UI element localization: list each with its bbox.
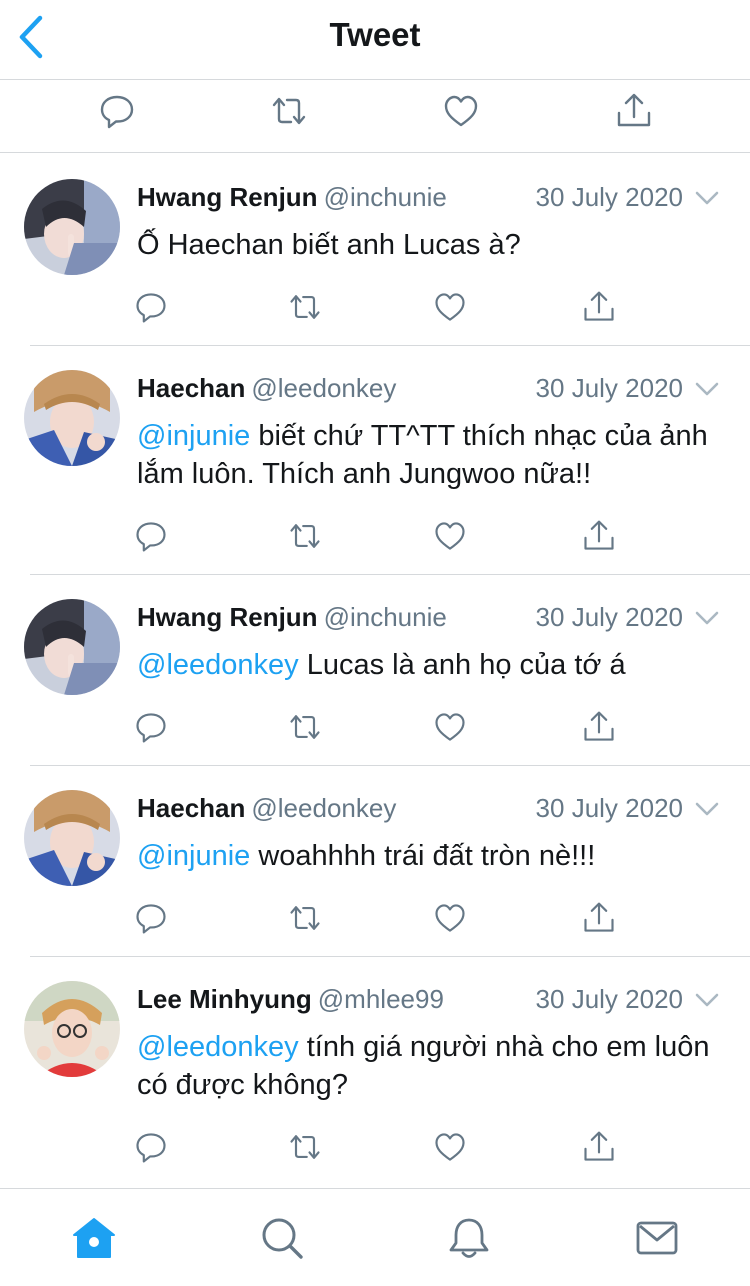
tweet-actions — [0, 900, 750, 940]
avatar[interactable] — [24, 981, 120, 1077]
like-icon[interactable] — [432, 289, 468, 325]
tweet-actions — [0, 289, 750, 329]
reply-icon[interactable] — [97, 91, 137, 131]
user-handle[interactable]: @inchunie — [324, 602, 447, 632]
share-icon[interactable] — [581, 709, 617, 745]
tweet-actions — [0, 709, 750, 749]
home-icon[interactable] — [71, 1215, 117, 1261]
bottom-tab-bar — [0, 1188, 750, 1286]
tweet-text: @leedonkey Lucas là anh họ của tớ á — [137, 646, 727, 684]
like-icon[interactable] — [432, 900, 468, 936]
display-name[interactable]: Haechan — [137, 793, 245, 823]
like-icon[interactable] — [432, 709, 468, 745]
chevron-down-icon[interactable] — [693, 604, 721, 632]
user-handle[interactable]: @leedonkey — [251, 793, 396, 823]
avatar[interactable] — [24, 370, 120, 466]
tweet-header: Haechan @leedonkey 30 July 2020 — [137, 373, 727, 409]
tweet-text: Ố Haechan biết anh Lucas à? — [137, 226, 727, 264]
display-name[interactable]: Lee Minhyung — [137, 984, 312, 1014]
tweet-body: woahhhh trái đất tròn nè!!! — [250, 840, 596, 872]
tweet-date: 30 July 2020 — [535, 984, 683, 1014]
tweet-date: 30 July 2020 — [535, 602, 683, 632]
divider — [30, 956, 750, 957]
share-icon[interactable] — [581, 900, 617, 936]
avatar[interactable] — [24, 179, 120, 275]
like-icon[interactable] — [432, 518, 468, 554]
tweet-actions — [0, 1129, 750, 1169]
messages-icon[interactable] — [634, 1215, 680, 1261]
like-icon[interactable] — [432, 1129, 468, 1165]
display-name[interactable]: Hwang Renjun — [137, 602, 318, 632]
share-icon[interactable] — [581, 1129, 617, 1165]
tweet-date: 30 July 2020 — [535, 182, 683, 212]
notifications-icon[interactable] — [446, 1215, 492, 1261]
avatar[interactable] — [24, 599, 120, 695]
mention-link[interactable]: @leedonkey — [137, 1031, 299, 1063]
tweet-text: @leedonkey tính giá người nhà cho em luô… — [137, 1028, 727, 1104]
mention-link[interactable]: @leedonkey — [137, 649, 299, 681]
reply-icon[interactable] — [133, 518, 169, 554]
mention-link[interactable]: @injunie — [137, 420, 250, 452]
reply-icon[interactable] — [133, 1129, 169, 1165]
avatar[interactable] — [24, 790, 120, 886]
tweet-date: 30 July 2020 — [535, 373, 683, 403]
chevron-down-icon[interactable] — [693, 795, 721, 823]
reply-icon[interactable] — [133, 709, 169, 745]
share-icon[interactable] — [581, 289, 617, 325]
user-handle[interactable]: @mhlee99 — [318, 984, 444, 1014]
chevron-down-icon[interactable] — [693, 986, 721, 1014]
divider — [30, 574, 750, 575]
reply-icon[interactable] — [133, 900, 169, 936]
share-icon[interactable] — [614, 91, 654, 131]
display-name[interactable]: Hwang Renjun — [137, 182, 318, 212]
tweet-header: Hwang Renjun @inchunie 30 July 2020 — [137, 182, 727, 218]
chevron-down-icon[interactable] — [693, 375, 721, 403]
retweet-icon[interactable] — [269, 91, 309, 131]
display-name[interactable]: Haechan — [137, 373, 245, 403]
tweet-date: 30 July 2020 — [535, 793, 683, 823]
tweet-text: @injunie woahhhh trái đất tròn nè!!! — [137, 837, 727, 875]
retweet-icon[interactable] — [287, 518, 323, 554]
reply-icon[interactable] — [133, 289, 169, 325]
mention-link[interactable]: @injunie — [137, 840, 250, 872]
tweet-header: Lee Minhyung @mhlee99 30 July 2020 — [137, 984, 727, 1020]
chevron-down-icon[interactable] — [693, 184, 721, 212]
tweet-text: @injunie biết chứ TT^TT thích nhạc của ả… — [137, 417, 727, 493]
tweet-body: Ố Haechan biết anh Lucas à? — [137, 229, 521, 261]
retweet-icon[interactable] — [287, 709, 323, 745]
divider — [30, 345, 750, 346]
main-tweet-action-bar — [0, 81, 750, 153]
divider — [30, 765, 750, 766]
like-icon[interactable] — [441, 91, 481, 131]
tweet-actions — [0, 518, 750, 558]
tweet-header: Haechan @leedonkey 30 July 2020 — [137, 793, 727, 829]
share-icon[interactable] — [581, 518, 617, 554]
user-handle[interactable]: @inchunie — [324, 182, 447, 212]
retweet-icon[interactable] — [287, 1129, 323, 1165]
retweet-icon[interactable] — [287, 900, 323, 936]
tweet-header: Hwang Renjun @inchunie 30 July 2020 — [137, 602, 727, 638]
navigation-bar: Tweet — [0, 0, 750, 80]
tweet-body: Lucas là anh họ của tớ á — [298, 649, 626, 681]
page-title: Tweet — [329, 16, 421, 53]
search-icon[interactable] — [259, 1215, 305, 1261]
retweet-icon[interactable] — [287, 289, 323, 325]
user-handle[interactable]: @leedonkey — [251, 373, 396, 403]
